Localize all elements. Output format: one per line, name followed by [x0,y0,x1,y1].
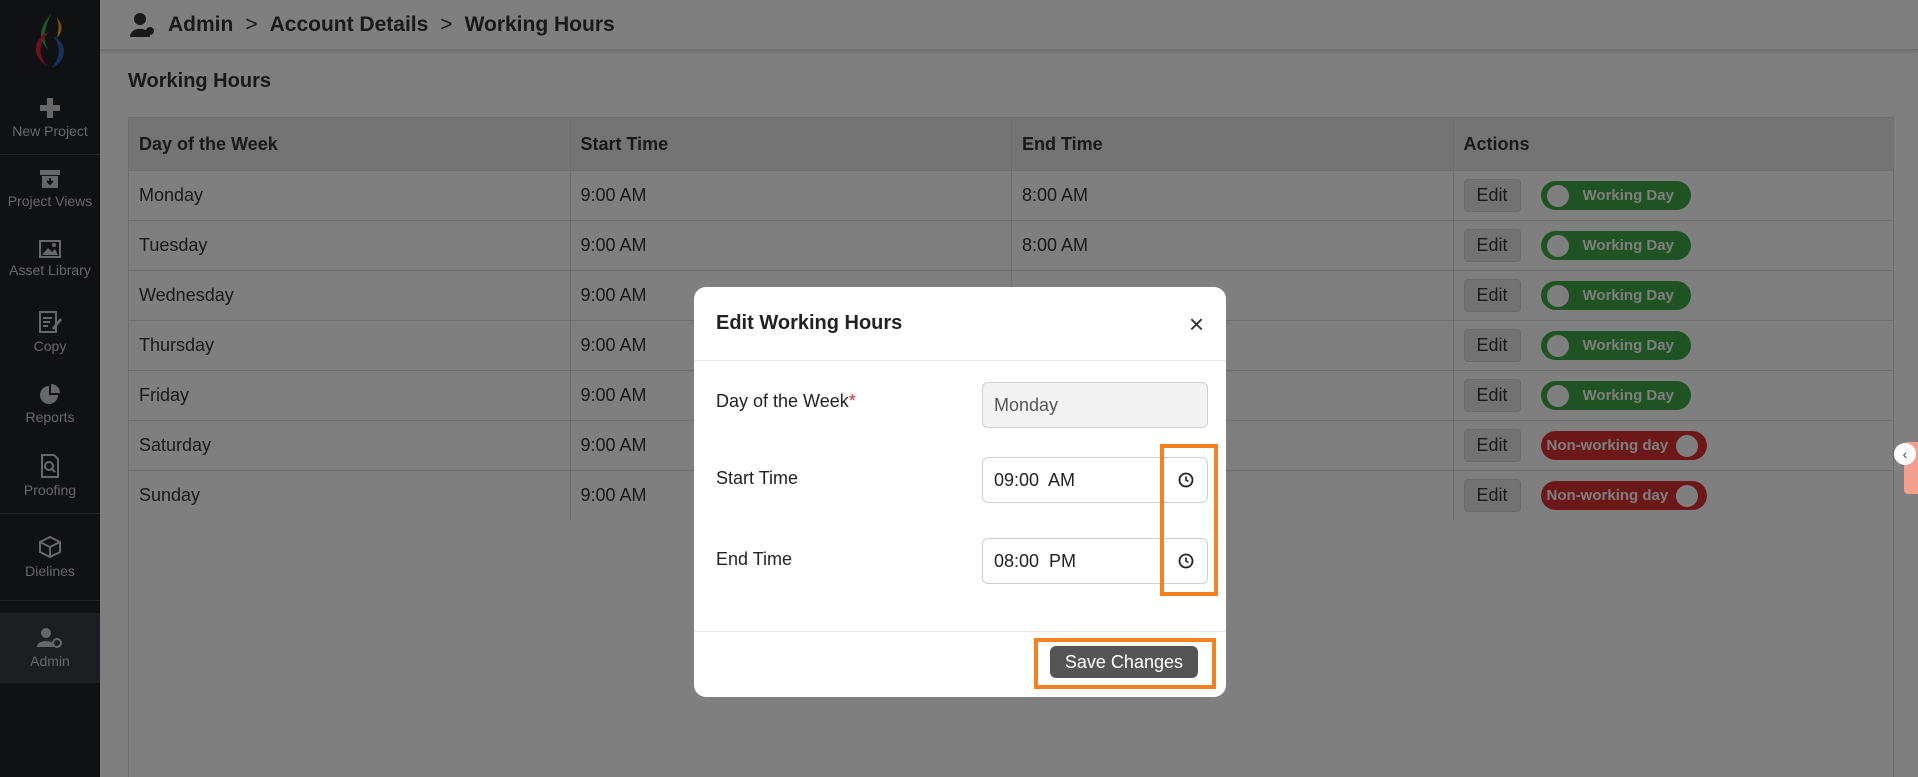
start-time-value: 09:00 AM [994,469,1076,490]
required-asterisk: * [848,391,856,411]
end-time-label: End Time [716,549,793,569]
end-time-value: 08:00 PM [994,550,1077,571]
edit-working-hours-modal: Edit Working Hours × Day of the Week* Mo… [694,287,1226,697]
close-icon[interactable]: × [1189,311,1204,337]
chevron-left-icon[interactable]: ‹ [1894,443,1916,465]
day-of-week-field: Monday [982,382,1208,428]
day-of-week-label: Day of the Week* [716,391,856,412]
day-of-week-value: Monday [994,394,1059,415]
day-of-week-label-text: Day of the Week [716,391,849,411]
highlight-save-button [1034,638,1216,689]
modal-title: Edit Working Hours [716,312,903,334]
start-time-label: Start Time [716,468,799,488]
modal-header: Edit Working Hours × [694,287,1226,361]
highlight-time-picker-icons [1160,444,1218,596]
